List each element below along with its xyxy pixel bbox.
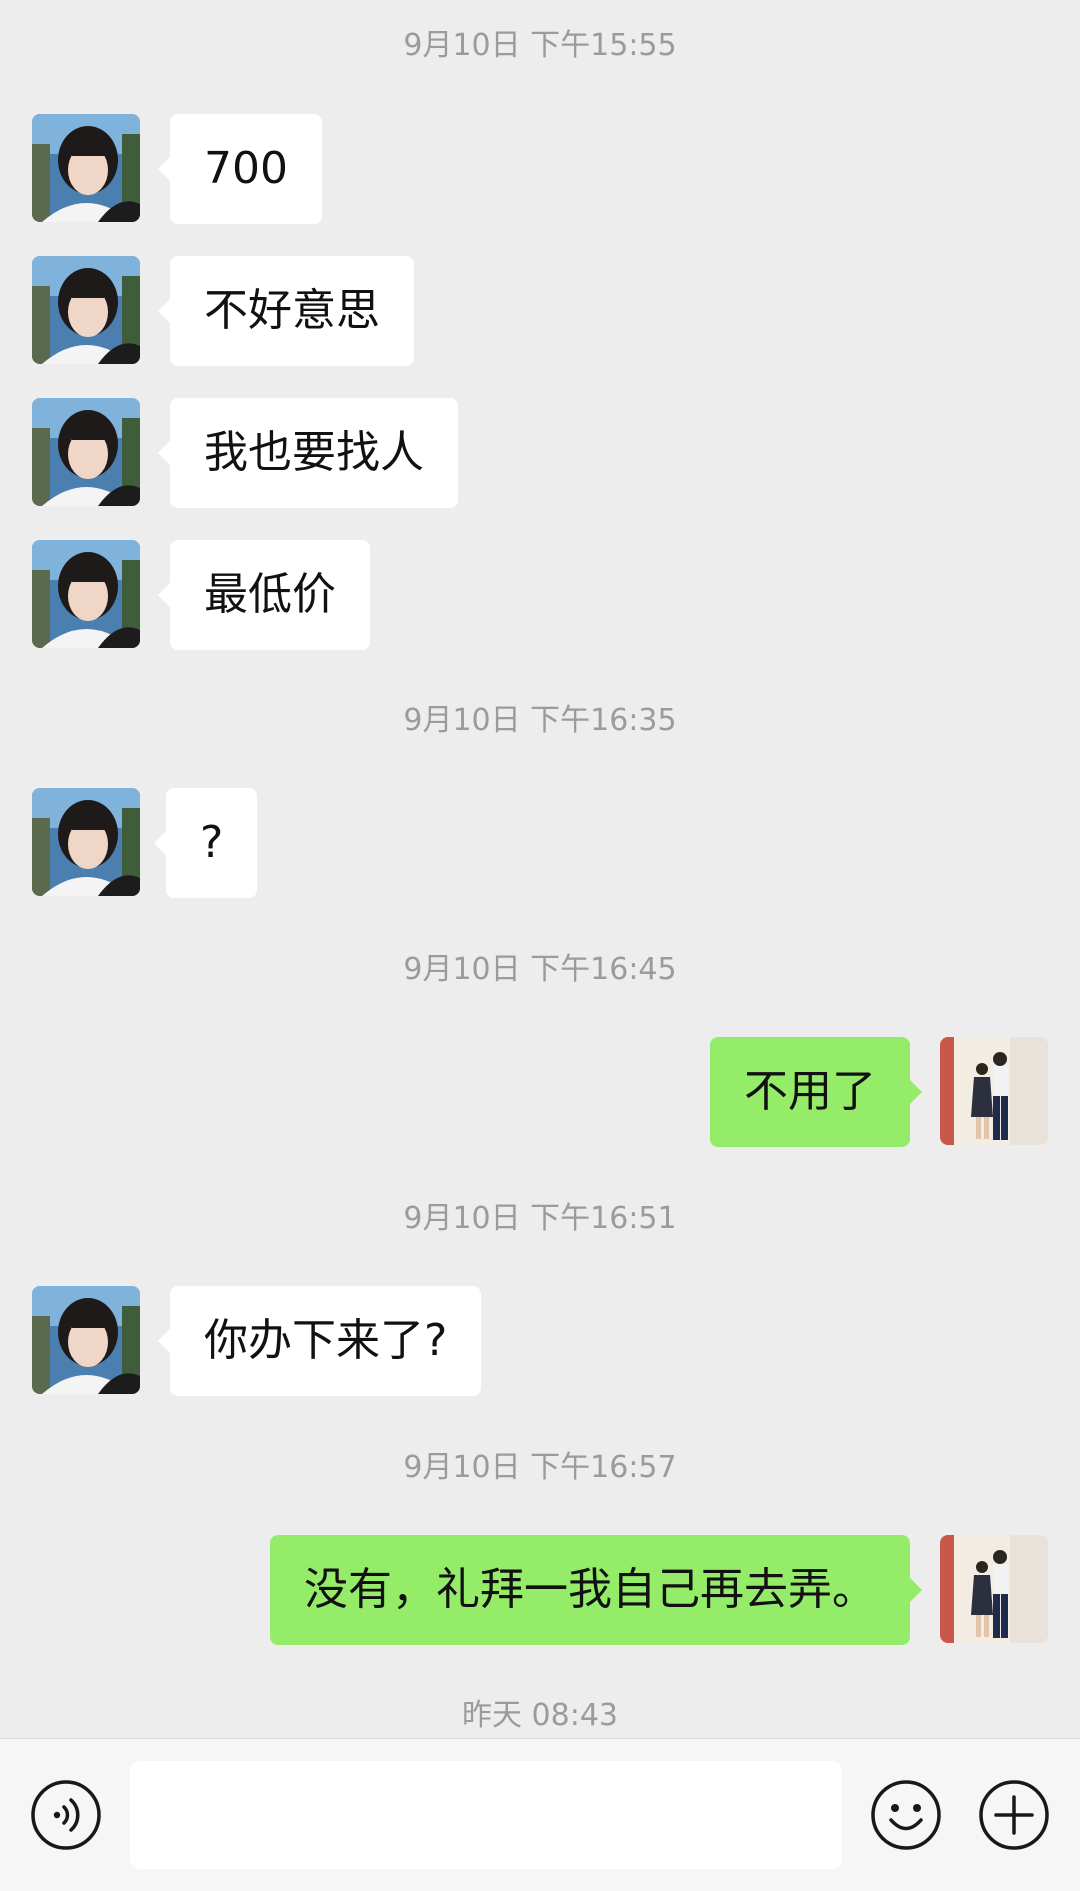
contact-avatar-image bbox=[32, 540, 140, 648]
incoming-message-bubble[interactable]: 700 bbox=[158, 114, 322, 224]
contact-avatar[interactable] bbox=[32, 114, 140, 222]
contact-avatar-image bbox=[32, 788, 140, 896]
incoming-message-bubble[interactable]: 不好意思 bbox=[158, 256, 414, 366]
more-options-button[interactable] bbox=[978, 1779, 1050, 1851]
incoming-message-bubble[interactable]: 最低价 bbox=[158, 540, 370, 650]
emoji-button[interactable] bbox=[870, 1779, 942, 1851]
voice-icon bbox=[31, 1780, 101, 1850]
incoming-message-bubble[interactable]: 我也要找人 bbox=[158, 398, 458, 508]
contact-avatar-image bbox=[32, 1286, 140, 1394]
chat-message-list[interactable]: 9月10日 下午15:55 700 不好意思 我也要找人 最低价 9月10日 下… bbox=[0, 0, 1080, 1738]
contact-avatar-image bbox=[32, 398, 140, 506]
plus-icon bbox=[979, 1780, 1049, 1850]
contact-avatar[interactable] bbox=[32, 398, 140, 506]
timestamp: 9月10日 下午16:51 bbox=[403, 1201, 677, 1236]
contact-avatar[interactable] bbox=[32, 540, 140, 648]
timestamp: 9月10日 下午16:35 bbox=[403, 703, 677, 738]
emoji-icon bbox=[871, 1780, 941, 1850]
outgoing-message-bubble[interactable]: 不用了 bbox=[710, 1037, 922, 1147]
voice-input-button[interactable] bbox=[30, 1779, 102, 1851]
timestamp: 9月10日 下午16:57 bbox=[403, 1450, 677, 1485]
timestamp: 9月10日 下午16:45 bbox=[403, 952, 677, 987]
contact-avatar-image bbox=[32, 114, 140, 222]
user-avatar-image bbox=[940, 1037, 1048, 1145]
incoming-message-bubble[interactable]: 你办下来了? bbox=[157, 1286, 482, 1396]
user-avatar[interactable] bbox=[940, 1037, 1048, 1145]
contact-avatar[interactable] bbox=[32, 1286, 140, 1394]
chat-input-bar bbox=[0, 1738, 1080, 1891]
outgoing-message-bubble[interactable]: 没有，礼拜一我自己再去弄。 bbox=[270, 1535, 922, 1645]
incoming-message-bubble[interactable]: ? bbox=[153, 788, 258, 898]
message-input[interactable] bbox=[130, 1761, 842, 1869]
contact-avatar[interactable] bbox=[32, 788, 140, 896]
contact-avatar-image bbox=[32, 256, 140, 364]
user-avatar-image bbox=[940, 1535, 1048, 1643]
timestamp: 9月10日 下午15:55 bbox=[403, 28, 677, 63]
timestamp: 昨天 08:43 bbox=[462, 1698, 618, 1733]
user-avatar[interactable] bbox=[940, 1535, 1048, 1643]
contact-avatar[interactable] bbox=[32, 256, 140, 364]
